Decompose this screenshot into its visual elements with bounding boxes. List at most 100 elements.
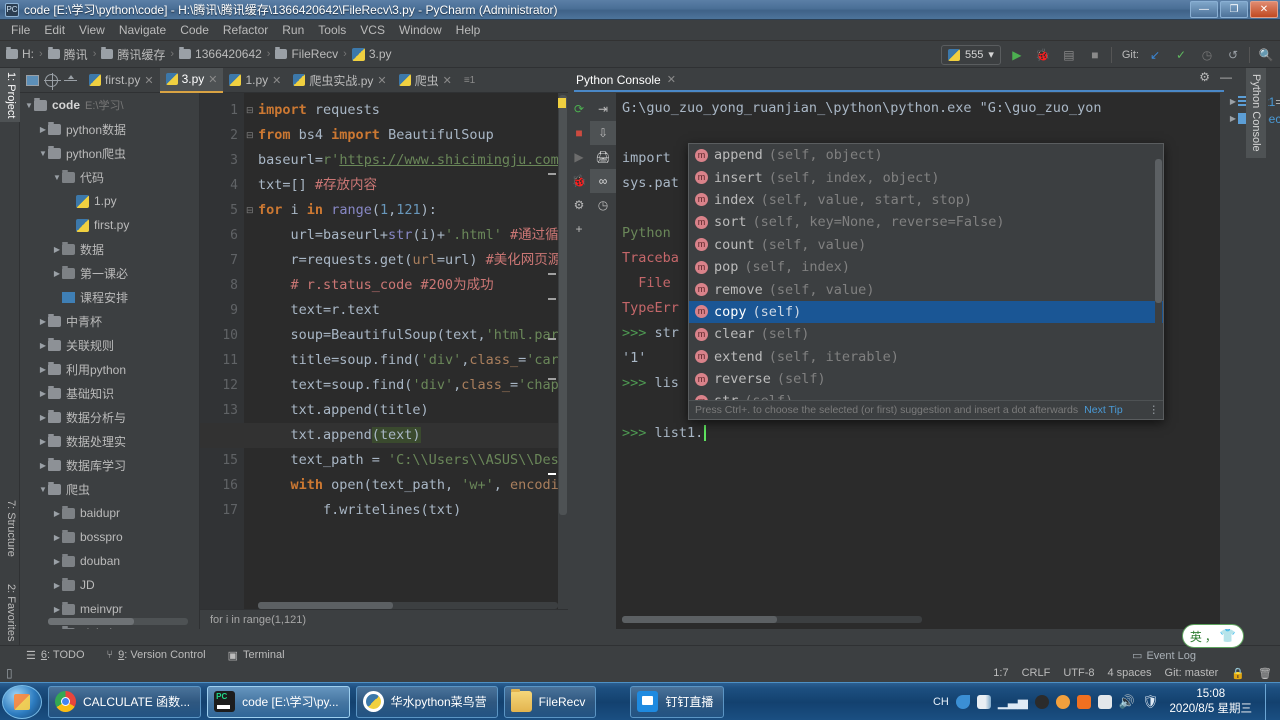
chevron-down-icon[interactable]: ▼ bbox=[52, 173, 62, 182]
code-line[interactable]: baseurl=r'https://www.shicimingju.com/ bbox=[200, 148, 568, 173]
chevron-right-icon[interactable]: ▶ bbox=[38, 341, 48, 350]
chevron-right-icon[interactable]: ▶ bbox=[38, 125, 48, 134]
tree-item[interactable]: ▶ 中青杯 bbox=[20, 309, 199, 333]
menu-item-tools[interactable]: Tools bbox=[311, 21, 353, 39]
indent-setting[interactable]: 4 spaces bbox=[1108, 667, 1152, 679]
soft-wrap-icon[interactable]: ⇥ bbox=[590, 97, 616, 121]
autocomplete-item[interactable]: m append (self, object) bbox=[689, 144, 1163, 166]
breadcrumb-item-0[interactable]: H: bbox=[6, 47, 34, 61]
chevron-down-icon[interactable]: ▼ bbox=[38, 485, 48, 494]
debug-button[interactable]: 🐞 bbox=[1033, 45, 1053, 65]
ime-language-bar[interactable]: 英 ， 👕 bbox=[1182, 624, 1244, 648]
chevron-right-icon[interactable]: ▶ bbox=[52, 269, 62, 278]
collapse-all-icon[interactable] bbox=[64, 74, 77, 87]
tab-overflow-button[interactable]: ≡1 bbox=[458, 68, 481, 93]
tree-item[interactable]: ▶ 利用python bbox=[20, 357, 199, 381]
close-icon[interactable]: ✕ bbox=[208, 73, 217, 86]
tree-item[interactable]: ▼ code E:\学习\ bbox=[20, 93, 199, 117]
maximize-button[interactable]: ❐ bbox=[1220, 1, 1248, 18]
tree-item[interactable]: ▶ 数据 bbox=[20, 237, 199, 261]
sidebar-tab-structure[interactable]: 7: Structure bbox=[0, 496, 20, 561]
chevron-right-icon[interactable]: ▶ bbox=[1228, 97, 1238, 106]
taskbar-item-python-group[interactable]: 华水python菜鸟营 bbox=[355, 685, 498, 718]
menu-item-code[interactable]: Code bbox=[173, 21, 216, 39]
code-line[interactable]: txt.append(text) bbox=[200, 423, 568, 448]
autocomplete-item[interactable]: m pop (self, index) bbox=[689, 256, 1163, 278]
event-log-button[interactable]: ▭ Event Log bbox=[1132, 649, 1196, 663]
project-view-icon[interactable] bbox=[26, 74, 39, 86]
chevron-right-icon[interactable]: ▶ bbox=[52, 605, 62, 614]
menu-item-run[interactable]: Run bbox=[275, 21, 311, 39]
chevron-right-icon[interactable]: ▶ bbox=[1228, 114, 1238, 123]
menu-item-navigate[interactable]: Navigate bbox=[112, 21, 173, 39]
code-line[interactable]: soup=BeautifulSoup(text,'html.pars bbox=[200, 323, 568, 348]
show-desktop-button[interactable] bbox=[1265, 683, 1274, 720]
chevron-right-icon[interactable]: ▶ bbox=[38, 365, 48, 374]
next-tip-link[interactable]: Next Tip bbox=[1084, 404, 1123, 416]
battery-icon[interactable] bbox=[976, 694, 991, 709]
ime-punct-label[interactable]: ， bbox=[1205, 628, 1217, 645]
memory-indicator-icon[interactable]: ▯ bbox=[6, 666, 13, 680]
search-everywhere-button[interactable]: 🔍 bbox=[1256, 45, 1276, 65]
breadcrumb-item-1[interactable]: 腾讯 bbox=[47, 46, 88, 63]
menu-item-vcs[interactable]: VCS bbox=[353, 21, 392, 39]
fold-marker[interactable]: ⊟ bbox=[246, 123, 256, 148]
tree-item[interactable]: ▶ 数据处理实 bbox=[20, 429, 199, 453]
code-line[interactable]: text_path = 'C:\\Users\\ASUS\\Desk bbox=[200, 448, 568, 473]
bottom-tab-version-control[interactable]: ⑂ 9: Version Control bbox=[107, 649, 206, 661]
chevron-right-icon[interactable]: ▶ bbox=[38, 413, 48, 422]
console-tab[interactable]: Python Console ✕ bbox=[576, 73, 676, 87]
code-line[interactable]: title=soup.find('div',class_='card bbox=[200, 348, 568, 373]
autocomplete-scrollbar[interactable] bbox=[1155, 145, 1162, 397]
editor-code-area[interactable]: import requests from bs4 import Beautiful… bbox=[200, 93, 568, 629]
stop-button[interactable]: ■ bbox=[1085, 45, 1105, 65]
chevron-right-icon[interactable]: ▶ bbox=[52, 557, 62, 566]
autocomplete-item[interactable]: m extend (self, iterable) bbox=[689, 346, 1163, 368]
code-line[interactable]: r=requests.get(url=url) #美化网页源 bbox=[200, 248, 568, 273]
close-icon[interactable]: ✕ bbox=[667, 73, 676, 86]
chevron-right-icon[interactable]: ▶ bbox=[52, 629, 62, 630]
close-icon[interactable]: ✕ bbox=[443, 74, 452, 87]
fold-marker[interactable]: ⊟ bbox=[246, 98, 256, 123]
code-line[interactable]: # r.status_code #200为成功 bbox=[200, 273, 568, 298]
sidebar-tab-python-console[interactable]: Python Console bbox=[1246, 68, 1266, 158]
code-line[interactable]: f.writelines(txt) bbox=[200, 498, 568, 523]
tree-item[interactable]: 课程安排 bbox=[20, 285, 199, 309]
git-branch[interactable]: Git: master bbox=[1165, 667, 1219, 679]
chevron-down-icon[interactable]: ▼ bbox=[38, 149, 48, 158]
chevron-right-icon[interactable]: ▶ bbox=[38, 389, 48, 398]
minimize-button[interactable]: — bbox=[1190, 1, 1218, 18]
shield-icon[interactable]: 🛡 bbox=[1142, 694, 1159, 710]
breadcrumb-item-5[interactable]: 3.py bbox=[351, 47, 392, 61]
editor-tab-3py[interactable]: 3.py ✕ bbox=[159, 67, 224, 93]
sidebar-tab-project[interactable]: 1: Project bbox=[0, 68, 20, 123]
close-icon[interactable]: ✕ bbox=[272, 74, 281, 87]
tree-item[interactable]: ▶ baidupr bbox=[20, 501, 199, 525]
menu-item-refactor[interactable]: Refactor bbox=[216, 21, 275, 39]
taskbar-item-dingtalk[interactable]: 钉钉直播 bbox=[630, 685, 725, 718]
project-tree-panel[interactable]: ▼ code E:\学习\ ▶ python数据 ▼ python爬虫 ▼ 代码 1.py firs… bbox=[20, 93, 200, 629]
chevron-down-icon[interactable]: ▼ bbox=[24, 101, 34, 110]
ime-mode-label[interactable]: 英 bbox=[1190, 628, 1202, 645]
git-history-button[interactable]: ◷ bbox=[1197, 45, 1217, 65]
autocomplete-item[interactable]: m copy (self) bbox=[689, 300, 1163, 324]
breadcrumb-item-2[interactable]: 腾讯缓存 bbox=[101, 46, 165, 63]
chevron-right-icon[interactable]: ▶ bbox=[52, 509, 62, 518]
git-update-button[interactable]: ↙ bbox=[1145, 45, 1165, 65]
tree-item[interactable]: 1.py bbox=[20, 189, 199, 213]
fold-marker[interactable]: ⊟ bbox=[246, 198, 256, 223]
cursor-icon[interactable] bbox=[955, 694, 970, 709]
code-line[interactable]: with open(text_path, 'w+', encodin bbox=[200, 473, 568, 498]
coverage-button[interactable]: ▤ bbox=[1059, 45, 1079, 65]
project-horizontal-scrollbar[interactable] bbox=[48, 618, 188, 625]
show-variables-icon[interactable]: ∞ bbox=[590, 169, 616, 193]
more-options-icon[interactable]: ⋮ bbox=[1149, 404, 1160, 416]
history-icon[interactable]: ◷ bbox=[590, 193, 616, 217]
editor-tab-firstpy[interactable]: first.py ✕ bbox=[83, 68, 160, 93]
menu-item-view[interactable]: View bbox=[72, 21, 112, 39]
tree-item[interactable]: ▶ 基础知识 bbox=[20, 381, 199, 405]
gear-icon[interactable]: ⚙ bbox=[1199, 70, 1210, 84]
editor-vertical-scrollbar[interactable] bbox=[558, 93, 568, 629]
console-horizontal-scrollbar[interactable] bbox=[622, 616, 922, 623]
target-icon[interactable] bbox=[44, 72, 61, 90]
